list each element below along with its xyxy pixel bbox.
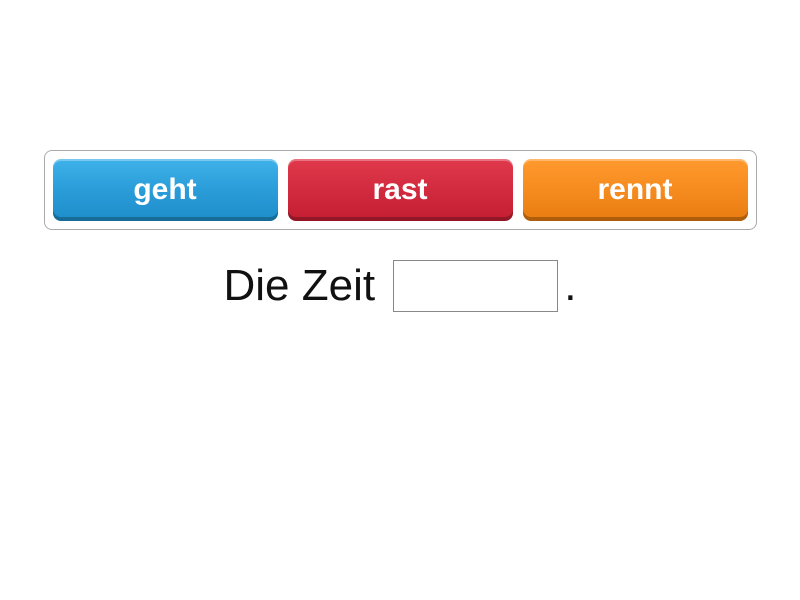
option-button-rast[interactable]: rast xyxy=(288,159,513,221)
option-button-rennt[interactable]: rennt xyxy=(523,159,748,221)
sentence-after: . xyxy=(564,261,576,311)
options-container: geht rast rennt xyxy=(44,150,757,230)
option-button-geht[interactable]: geht xyxy=(53,159,278,221)
sentence-row: Die Zeit . xyxy=(223,260,576,312)
option-label: rast xyxy=(372,173,427,206)
sentence-before: Die Zeit xyxy=(223,261,387,311)
answer-blank[interactable] xyxy=(393,260,558,312)
option-label: geht xyxy=(133,173,196,206)
option-label: rennt xyxy=(598,173,673,206)
